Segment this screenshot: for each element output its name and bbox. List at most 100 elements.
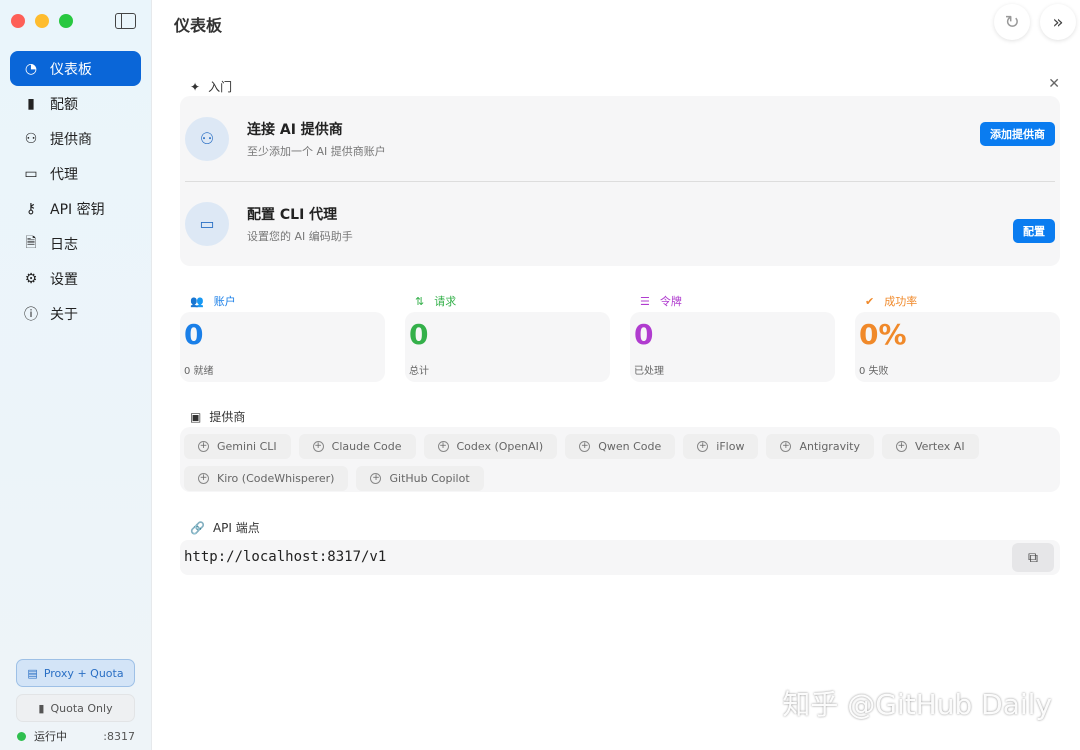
plus-icon: + [780, 441, 792, 452]
add-provider-chip[interactable]: + Kiro (CodeWhisperer) [184, 466, 349, 491]
getting-started-card: ⚇ 连接 AI 提供商 至少添加一个 AI 提供商账户 添加提供商 ▭ 配置 CL… [180, 96, 1060, 266]
section-title: 提供商 [209, 410, 246, 424]
sidebar-item-0[interactable]: ◔ 仪表板 [10, 51, 141, 86]
bar-chart-icon: ▮ [27, 95, 35, 112]
status-text: 运行中 [34, 730, 67, 743]
info-icon: ⓘ [24, 306, 38, 323]
users-key-icon: ⚇ [185, 116, 229, 161]
chevrons-right-icon: » [1052, 11, 1064, 33]
expand-button[interactable]: » [1040, 4, 1076, 40]
sidebar-item-label: 设置 [50, 271, 78, 288]
sidebar: ◔ 仪表板 ▮ 配额 ⚇ 提供商 ▭ 代理 ⚷ API 密钥 🗎 日志 ⚙ 设置 ⓘ 关于 ▤ Proxy + … [0, 0, 152, 750]
proxy-quota-mode-button[interactable]: ▤ Proxy + Quota [16, 659, 135, 687]
terminal-icon: ▭ [24, 165, 38, 182]
sidebar-item-6[interactable]: ⚙ 设置 [10, 261, 141, 296]
window-controls [11, 14, 73, 28]
stat-card: 0 已处理 [630, 312, 835, 382]
stat-card: 0 0 就绪 [180, 312, 385, 382]
chip-label: GitHub Copilot [389, 472, 470, 485]
refresh-button[interactable]: ↻ [994, 4, 1030, 40]
stat-sub: 已处理 [634, 366, 664, 377]
sidebar-item-1[interactable]: ▮ 配额 [10, 86, 141, 121]
sidebar-toggle-icon[interactable] [115, 13, 136, 29]
step-connect-provider: ⚇ 连接 AI 提供商至少添加一个 AI 提供商账户 添加提供商 [180, 96, 1060, 181]
check-circle-icon: ✔ [865, 294, 875, 308]
close-icon: ✕ [1048, 76, 1060, 92]
add-provider-chip[interactable]: + Antigravity [766, 434, 874, 459]
plus-icon: + [895, 441, 907, 452]
plus-icon: + [437, 441, 449, 452]
step-configure-cli: ▭ 配置 CLI 代理 设置您的 AI 编码助手 配置 [180, 181, 1060, 266]
plus-icon: + [370, 473, 382, 484]
sidebar-item-7[interactable]: ⓘ 关于 [10, 296, 141, 331]
chip-label: Claude Code [331, 440, 402, 453]
add-provider-chip[interactable]: + Codex (OpenAI) [423, 434, 558, 459]
dismiss-button[interactable]: ✕ [1048, 76, 1060, 92]
page-title: 仪表板 [174, 16, 223, 35]
sidebar-item-3[interactable]: ▭ 代理 [10, 156, 141, 191]
status-dot-icon [17, 731, 26, 741]
providers-header: ▣ 提供商 [190, 408, 245, 425]
plus-icon: + [579, 441, 591, 452]
mode-label: Proxy + Quota [43, 666, 124, 680]
list-icon: ☰ [640, 294, 650, 308]
stat-label-text: 请求 [434, 295, 457, 308]
sidebar-item-4[interactable]: ⚷ API 密钥 [10, 191, 141, 226]
add-provider-chip[interactable]: + Qwen Code [565, 434, 676, 459]
sidebar-item-label: 仪表板 [50, 61, 92, 78]
add-provider-chip[interactable]: + GitHub Copilot [356, 466, 484, 491]
copy-button[interactable]: ⧉ [1012, 543, 1054, 572]
watermark: 知乎 @GitHub Daily [782, 688, 1052, 721]
refresh-icon: ↻ [1004, 11, 1020, 33]
sidebar-item-2[interactable]: ⚇ 提供商 [10, 121, 141, 156]
step-subtitle: 至少添加一个 AI 提供商账户 [247, 144, 386, 158]
stat-value: 0 [184, 318, 204, 351]
sidebar-item-label: 关于 [50, 306, 78, 323]
plus-icon: + [198, 473, 209, 484]
stat-label: ⇅ 请求 [415, 293, 456, 309]
add-provider-chip[interactable]: + Gemini CLI [184, 434, 291, 459]
gauge-icon: ◔ [24, 60, 38, 77]
plus-icon: + [198, 441, 209, 452]
stat-sub: 0 就绪 [184, 366, 214, 377]
chip-label: Qwen Code [598, 440, 662, 453]
configure-button[interactable]: 配置 [1013, 219, 1055, 243]
add-provider-chip[interactable]: + Claude Code [298, 434, 416, 459]
stat-value: 0% [859, 318, 907, 351]
endpoint-header: 🔗 API 端点 [190, 519, 260, 536]
bar-chart-icon: ▮ [38, 701, 45, 715]
stat-label-text: 令牌 [659, 295, 682, 308]
api-endpoint-field: http://localhost:8317/v1 ⧉ [180, 540, 1060, 575]
sparkle-icon: ✦ [190, 79, 201, 94]
quota-only-mode-button[interactable]: ▮ Quota Only [16, 694, 135, 722]
minimize-window-button[interactable] [35, 14, 49, 28]
stat-card: 0 总计 [405, 312, 610, 382]
provider-chips: + Gemini CLI + Claude Code + Codex (OpenAI) + Q… [180, 427, 1060, 492]
add-provider-chip[interactable]: + iFlow [683, 434, 759, 459]
step-title: 连接 AI 提供商 [247, 121, 343, 138]
zoom-window-button[interactable] [59, 14, 73, 28]
stat-value: 0 [409, 318, 429, 351]
users-icon: 👥 [190, 294, 204, 308]
step-title: 配置 CLI 代理 [247, 206, 338, 223]
stat-value: 0 [634, 318, 654, 351]
stat-card: 0% 0 失败 [855, 312, 1060, 382]
port-text: :8317 [103, 729, 135, 743]
stat-sub: 0 失败 [859, 366, 889, 377]
stat-label: 👥 账户 [190, 293, 236, 309]
sidebar-item-5[interactable]: 🗎 日志 [10, 226, 141, 261]
arrows-updown-icon: ⇅ [415, 294, 425, 308]
mode-label: Quota Only [50, 701, 113, 715]
add-provider-button[interactable]: 添加提供商 [980, 122, 1055, 146]
chip-label: iFlow [716, 440, 745, 453]
main-content: 仪表板 ↻ » ✦ 入门 ✕ ⚇ 连接 AI 提供商至少添加一个 AI 提供商账户… [153, 0, 1080, 750]
plus-icon: + [697, 441, 709, 452]
section-title: 入门 [208, 80, 233, 94]
endpoint-url: http://localhost:8317/v1 [184, 549, 387, 565]
add-provider-chip[interactable]: + Vertex AI [881, 434, 979, 459]
sidebar-item-label: 日志 [50, 236, 78, 253]
chip-icon: ▣ [190, 409, 202, 424]
close-window-button[interactable] [11, 14, 25, 28]
step-subtitle: 设置您的 AI 编码助手 [247, 229, 353, 243]
users-key-icon: ⚇ [24, 130, 38, 147]
